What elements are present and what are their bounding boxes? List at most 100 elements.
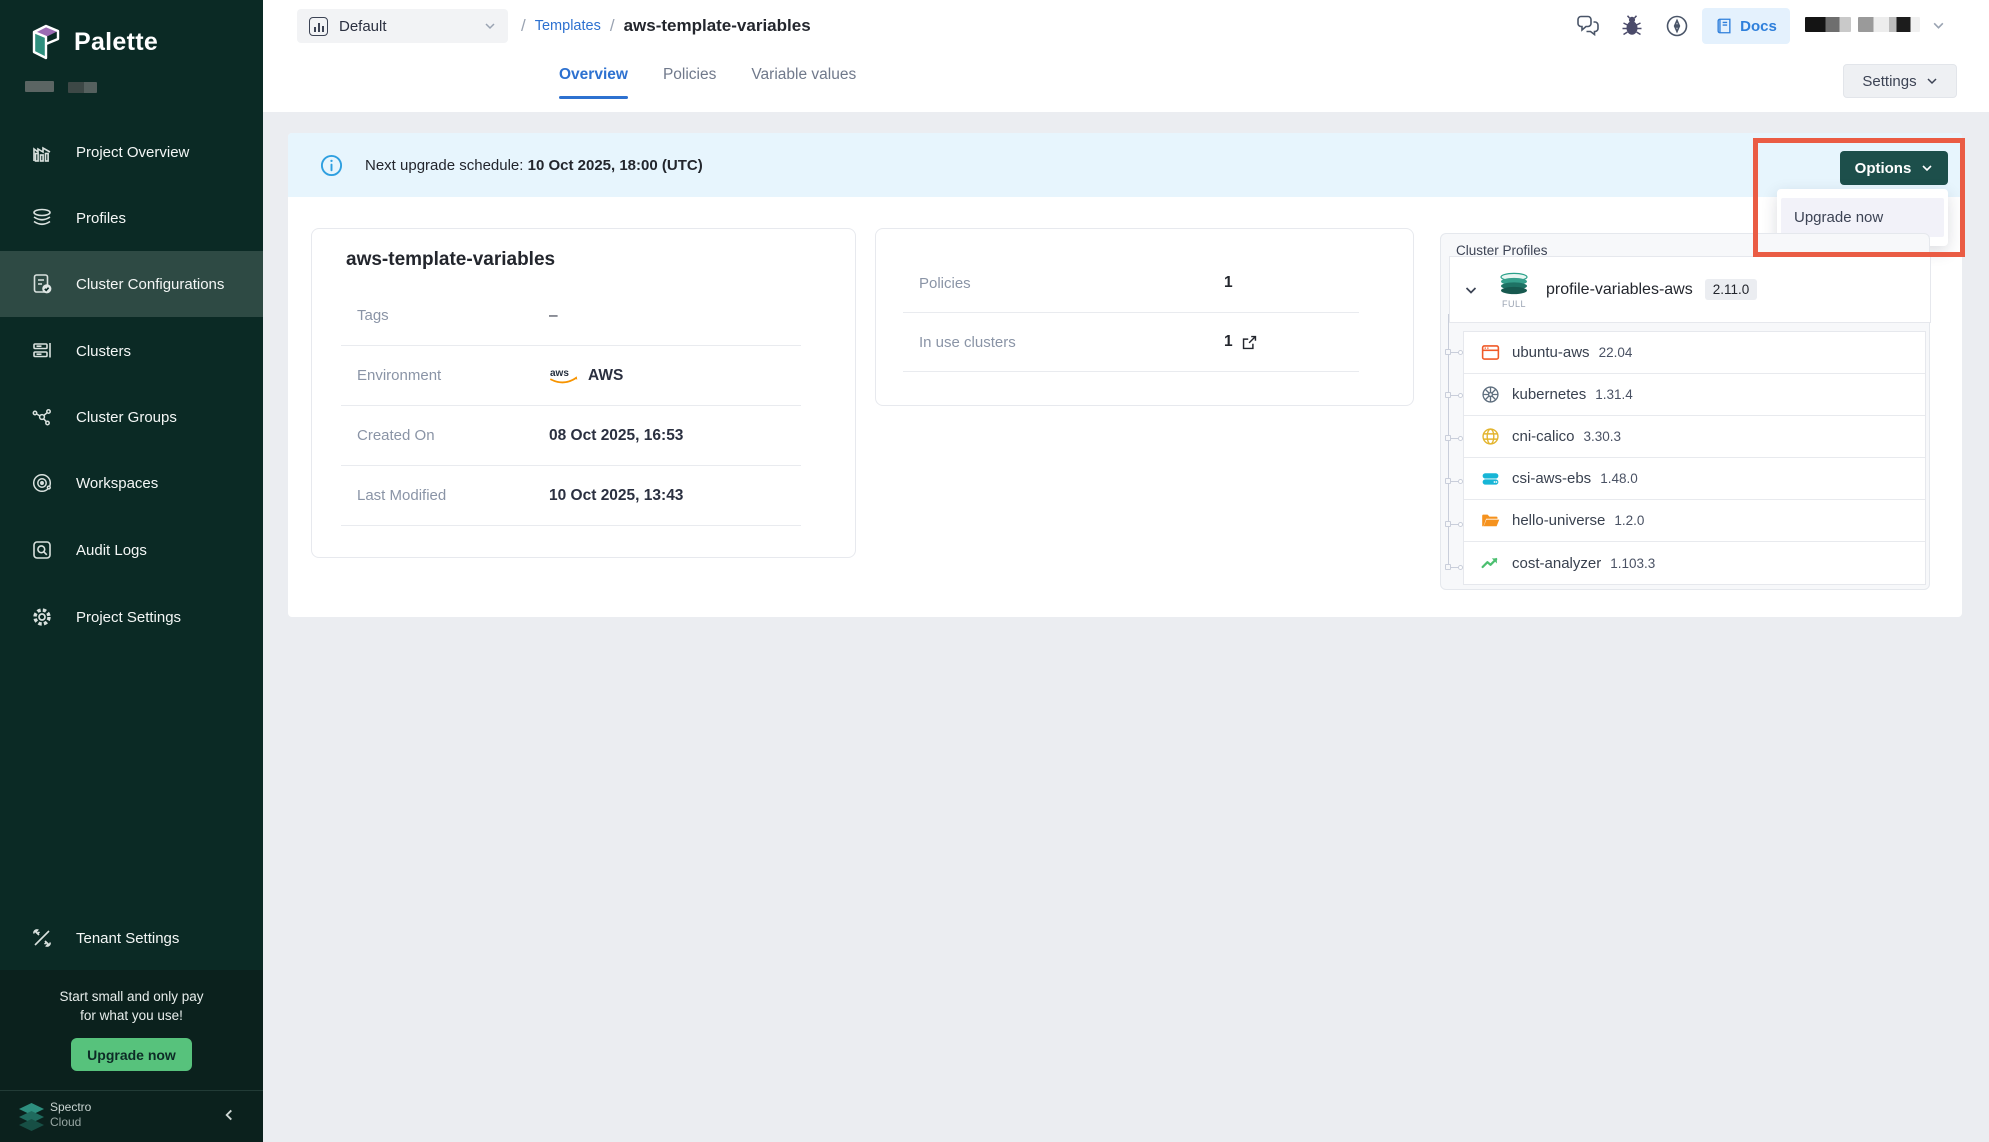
chevron-down-icon bbox=[1926, 75, 1938, 87]
detail-row-last-modified: Last Modified 10 Oct 2025, 13:43 bbox=[341, 466, 801, 526]
sidebar-item-label: Cluster Groups bbox=[76, 409, 177, 426]
breadcrumb-separator: / bbox=[521, 16, 526, 36]
options-button[interactable]: Options bbox=[1840, 151, 1948, 185]
collapse-sidebar-icon[interactable] bbox=[218, 1104, 240, 1126]
redacted-chip bbox=[68, 82, 97, 93]
kubernetes-wheel-icon bbox=[1480, 384, 1501, 405]
nodes-icon bbox=[30, 405, 54, 429]
spectro-cloud-logo bbox=[17, 1102, 46, 1132]
banner-datetime: 10 Oct 2025, 18:00 (UTC) bbox=[528, 157, 703, 174]
tree-node-icon bbox=[1445, 564, 1463, 571]
brand: Palette bbox=[30, 22, 158, 62]
sidebar-item-label: Profiles bbox=[76, 210, 126, 227]
sidebar-item-project-overview[interactable]: Project Overview bbox=[0, 119, 263, 185]
detail-row-environment: Environment aws AWS bbox=[341, 346, 801, 406]
bug-report-icon[interactable] bbox=[1619, 13, 1645, 39]
redacted-chip bbox=[25, 81, 54, 92]
usage-row-in-use-clusters: In use clusters 1 bbox=[903, 313, 1359, 372]
tree-node-icon bbox=[1445, 435, 1463, 442]
servers-icon bbox=[30, 339, 54, 363]
sidebar-item-audit-logs[interactable]: Audit Logs bbox=[0, 517, 263, 583]
sidebar-item-project-settings[interactable]: Project Settings bbox=[0, 584, 263, 650]
sidebar: Palette Project Overview Profiles Cluste… bbox=[0, 0, 263, 1142]
document-check-icon bbox=[30, 272, 54, 296]
sidebar-item-tenant-settings[interactable]: Tenant Settings bbox=[0, 905, 263, 971]
layer-row-ubuntu-aws[interactable]: ubuntu-aws 22.04 bbox=[1464, 332, 1925, 374]
detail-row-created-on: Created On 08 Oct 2025, 16:53 bbox=[341, 406, 801, 466]
project-scope-value: Default bbox=[339, 18, 484, 35]
chart-icon bbox=[30, 140, 54, 164]
banner-text: Next upgrade schedule: 10 Oct 2025, 18:0… bbox=[365, 157, 703, 174]
breadcrumb: / Templates / aws-template-variables bbox=[521, 0, 811, 51]
brand-name: Palette bbox=[74, 28, 158, 57]
audit-log-icon bbox=[30, 538, 54, 562]
sidebar-item-cluster-configurations[interactable]: Cluster Configurations bbox=[0, 251, 263, 317]
tree-node-icon bbox=[1445, 349, 1463, 356]
profile-name: profile-variables-aws bbox=[1546, 281, 1693, 299]
profile-type-badge: FULL bbox=[1492, 299, 1536, 309]
chevron-down-icon bbox=[484, 20, 496, 32]
storage-drive-icon bbox=[1480, 468, 1501, 489]
sidebar-upgrade-now-button[interactable]: Upgrade now bbox=[71, 1038, 192, 1071]
docs-label: Docs bbox=[1740, 18, 1777, 35]
layer-row-csi-aws-ebs[interactable]: csi-aws-ebs 1.48.0 bbox=[1464, 458, 1925, 500]
user-menu-chevron-icon[interactable] bbox=[1932, 19, 1945, 32]
feedback-chat-icon[interactable] bbox=[1575, 13, 1601, 39]
sidebar-item-label: Workspaces bbox=[76, 475, 158, 492]
template-details-card: aws-template-variables Tags – Environmen… bbox=[311, 228, 856, 558]
usage-card: Policies 1 In use clusters 1 bbox=[875, 228, 1414, 406]
profile-version-badge: 2.11.0 bbox=[1705, 279, 1758, 300]
workspaces-icon bbox=[30, 471, 54, 495]
sidebar-item-workspaces[interactable]: Workspaces bbox=[0, 450, 263, 516]
project-scope-selector[interactable]: Default bbox=[297, 9, 508, 43]
redacted-username bbox=[1805, 17, 1851, 32]
profile-stack-icon: FULL bbox=[1492, 271, 1536, 309]
globe-network-icon bbox=[1480, 426, 1501, 447]
aws-logo-icon: aws bbox=[549, 366, 579, 385]
usage-row-policies: Policies 1 bbox=[903, 254, 1359, 313]
svg-text:aws: aws bbox=[550, 368, 569, 379]
breadcrumb-current: aws-template-variables bbox=[624, 16, 811, 36]
template-name-title: aws-template-variables bbox=[346, 249, 555, 271]
sidebar-item-label: Clusters bbox=[76, 343, 131, 360]
project-scope-icon bbox=[309, 17, 328, 36]
chevron-down-icon bbox=[1921, 162, 1933, 174]
sidebar-item-profiles[interactable]: Profiles bbox=[0, 185, 263, 251]
overview-panel: Next upgrade schedule: 10 Oct 2025, 18:0… bbox=[288, 133, 1962, 617]
gear-icon bbox=[30, 605, 54, 629]
sidebar-item-clusters[interactable]: Clusters bbox=[0, 318, 263, 384]
folder-icon bbox=[1480, 510, 1501, 531]
menu-item-upgrade-now[interactable]: Upgrade now bbox=[1781, 198, 1944, 237]
layer-row-cost-analyzer[interactable]: cost-analyzer 1.103.3 bbox=[1464, 542, 1925, 584]
breadcrumb-link-templates[interactable]: Templates bbox=[535, 18, 601, 34]
compass-tour-icon[interactable] bbox=[1664, 13, 1690, 39]
docs-button[interactable]: Docs bbox=[1702, 8, 1790, 44]
cluster-profiles-panel: Cluster Profiles FULL profile-variables-… bbox=[1440, 233, 1930, 590]
tree-node-icon bbox=[1445, 478, 1463, 485]
layer-row-hello-universe[interactable]: hello-universe 1.2.0 bbox=[1464, 500, 1925, 542]
chevron-down-icon[interactable] bbox=[1464, 283, 1478, 297]
sidebar-item-label: Tenant Settings bbox=[76, 930, 179, 947]
external-link-icon[interactable] bbox=[1241, 334, 1258, 351]
redacted-username bbox=[1858, 17, 1920, 32]
settings-button[interactable]: Settings bbox=[1843, 64, 1957, 98]
layers-icon bbox=[30, 206, 54, 230]
cluster-profile-header[interactable]: FULL profile-variables-aws 2.11.0 bbox=[1449, 256, 1931, 323]
layer-row-cni-calico[interactable]: cni-calico 3.30.3 bbox=[1464, 416, 1925, 458]
tab-overview[interactable]: Overview bbox=[559, 51, 628, 102]
sidebar-item-label: Audit Logs bbox=[76, 542, 147, 559]
tree-node-icon bbox=[1445, 521, 1463, 528]
breadcrumb-separator: / bbox=[610, 16, 615, 36]
layer-row-kubernetes[interactable]: kubernetes 1.31.4 bbox=[1464, 374, 1925, 416]
promo-text: Start small and only pay for what you us… bbox=[0, 970, 263, 1025]
trending-up-icon bbox=[1480, 553, 1501, 574]
profile-layer-list: ubuntu-aws 22.04 kubernetes 1.31.4 cni-c… bbox=[1463, 331, 1926, 585]
palette-logo-icon bbox=[30, 22, 62, 62]
book-icon bbox=[1715, 17, 1733, 35]
details-rows: Tags – Environment aws AWS Created On 08… bbox=[341, 286, 801, 526]
usage-rows: Policies 1 In use clusters 1 bbox=[903, 254, 1359, 372]
sidebar-footer: Spectro Cloud bbox=[0, 1090, 263, 1142]
sidebar-item-cluster-groups[interactable]: Cluster Groups bbox=[0, 384, 263, 450]
tab-policies[interactable]: Policies bbox=[663, 51, 716, 102]
tab-variable-values[interactable]: Variable values bbox=[751, 51, 856, 102]
